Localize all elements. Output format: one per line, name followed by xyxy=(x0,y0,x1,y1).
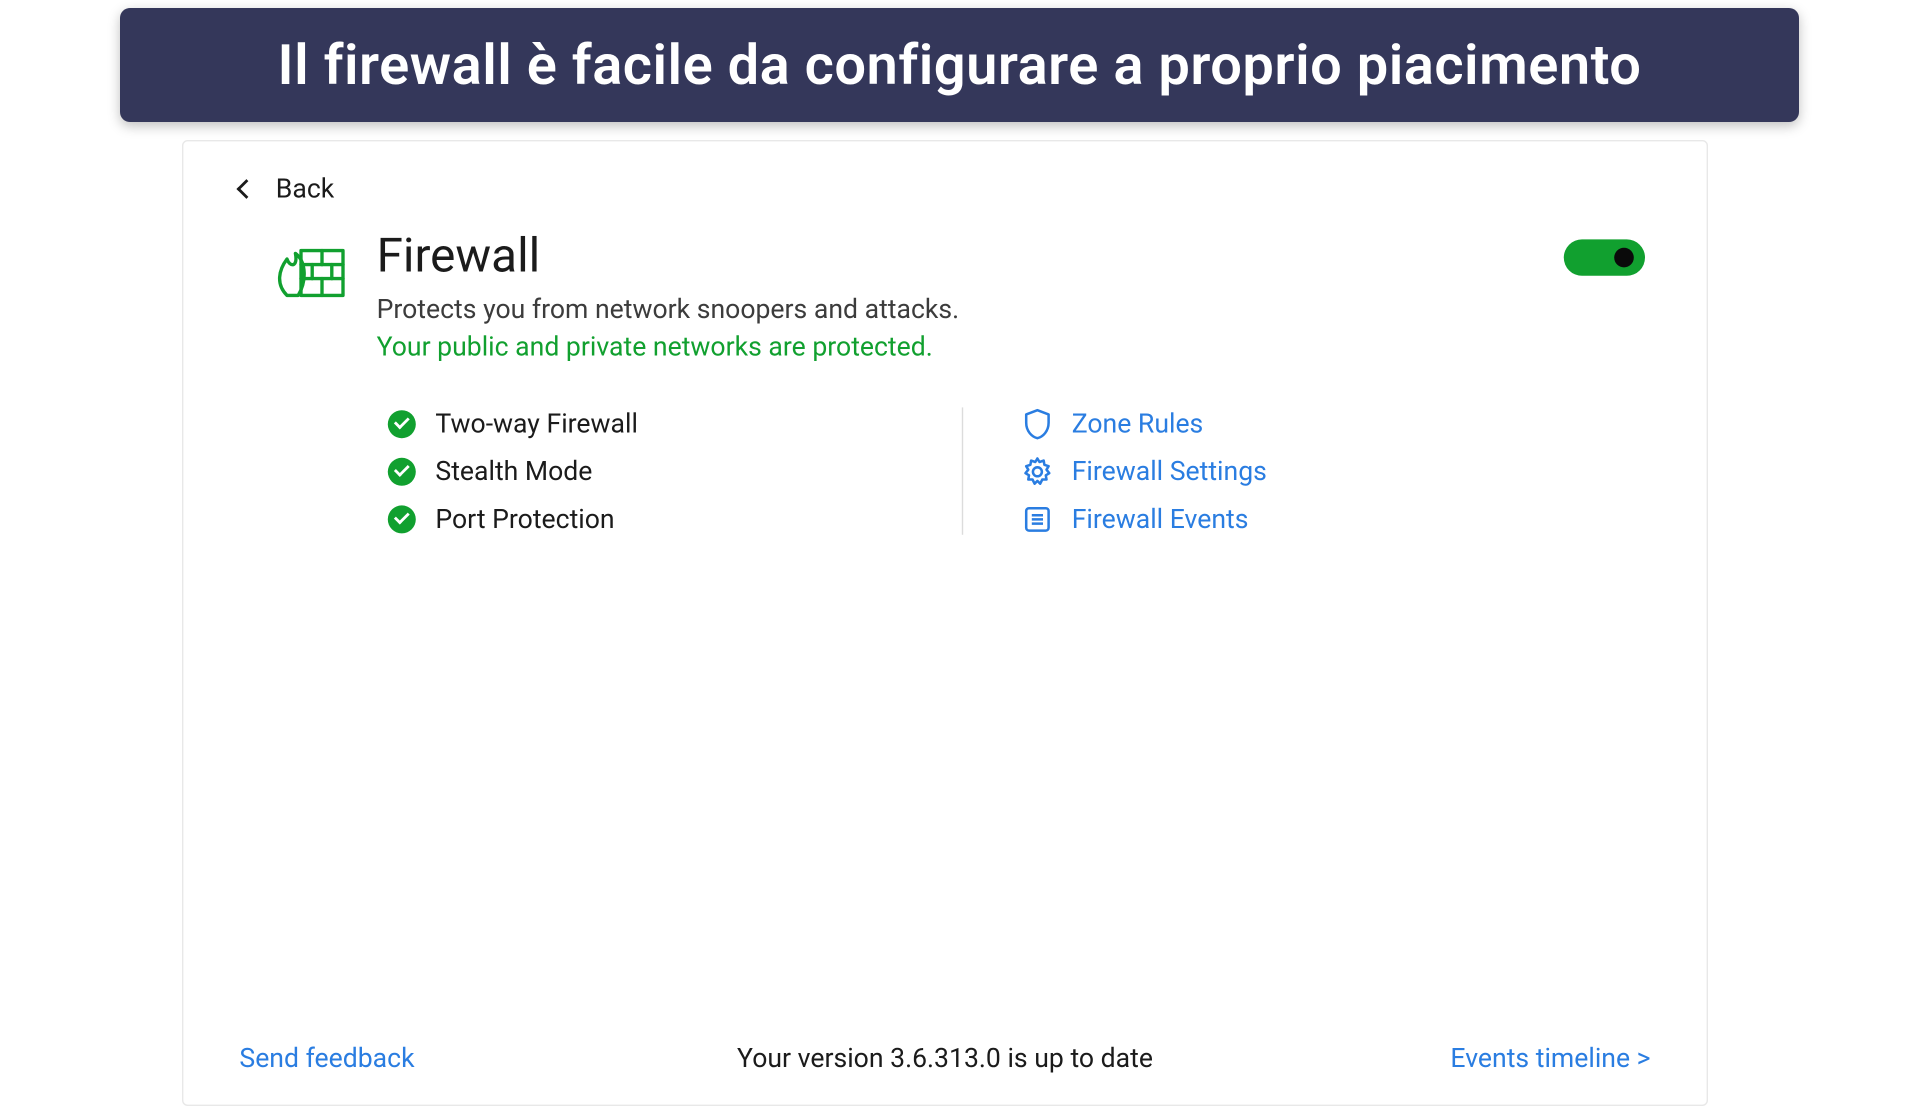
chevron-left-icon xyxy=(237,178,257,198)
page-status: Your public and private networks are pro… xyxy=(377,330,1651,362)
links-column: Zone Rules Firewall Settings xyxy=(961,407,1539,534)
features-column: Two-way Firewall Stealth Mode Port Prote… xyxy=(388,407,961,534)
check-circle-icon xyxy=(388,505,416,533)
toggle-knob xyxy=(1614,248,1634,268)
content-columns: Two-way Firewall Stealth Mode Port Prote… xyxy=(388,407,1539,534)
gear-icon xyxy=(1021,456,1052,487)
feature-label: Stealth Mode xyxy=(435,455,592,487)
caption-banner: Il firewall è facile da configurare a pr… xyxy=(120,8,1799,122)
link-firewall-events[interactable]: Firewall Events xyxy=(1021,503,1538,535)
page-description: Protects you from network snoopers and a… xyxy=(377,293,1651,325)
back-button[interactable]: Back xyxy=(239,172,334,204)
feature-item-stealth-mode: Stealth Mode xyxy=(388,455,905,487)
link-label: Firewall Events xyxy=(1072,503,1249,535)
link-label: Firewall Settings xyxy=(1072,455,1267,487)
caption-banner-text: Il firewall è facile da configurare a pr… xyxy=(278,32,1642,98)
firewall-toggle[interactable] xyxy=(1564,239,1645,275)
page-header: Firewall Protects you from network snoop… xyxy=(270,228,1650,362)
feature-label: Port Protection xyxy=(435,503,614,535)
firewall-icon xyxy=(270,237,346,310)
page-title: Firewall xyxy=(377,228,1651,284)
version-status-text: Your version 3.6.313.0 is up to date xyxy=(737,1042,1153,1074)
feature-label: Two-way Firewall xyxy=(435,407,638,439)
events-timeline-link[interactable]: Events timeline > xyxy=(1450,1042,1650,1074)
link-firewall-settings[interactable]: Firewall Settings xyxy=(1021,455,1538,487)
check-circle-icon xyxy=(388,457,416,485)
app-panel: Back Firewall Protects you from network … xyxy=(182,140,1708,1106)
send-feedback-link[interactable]: Send feedback xyxy=(239,1042,414,1074)
link-label: Zone Rules xyxy=(1072,407,1204,439)
back-button-label: Back xyxy=(276,172,334,204)
feature-item-two-way-firewall: Two-way Firewall xyxy=(388,407,905,439)
shield-icon xyxy=(1021,408,1052,439)
page-header-text: Firewall Protects you from network snoop… xyxy=(377,228,1651,362)
list-icon xyxy=(1021,503,1052,534)
check-circle-icon xyxy=(388,410,416,438)
feature-item-port-protection: Port Protection xyxy=(388,503,905,535)
link-zone-rules[interactable]: Zone Rules xyxy=(1021,407,1538,439)
footer-bar: Send feedback Your version 3.6.313.0 is … xyxy=(239,1042,1650,1074)
